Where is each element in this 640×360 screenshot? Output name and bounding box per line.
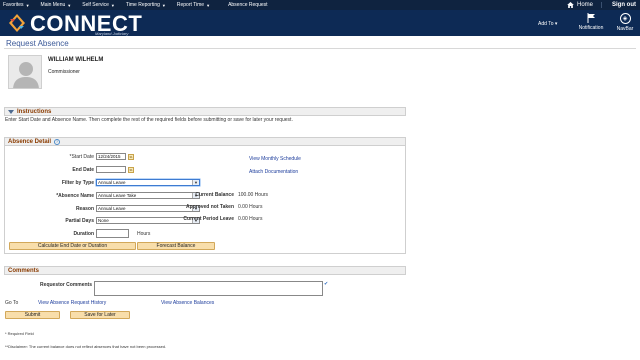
menu-label: Report Time — [176, 2, 205, 8]
home-icon — [567, 2, 574, 8]
forecast-balance-button[interactable]: Forecast Balance — [137, 242, 215, 250]
calendar-icon[interactable]: 31 — [128, 167, 134, 173]
filter-type-value: Annual Leave — [98, 180, 126, 185]
caret-down-icon: ▼ — [67, 2, 72, 8]
banner: CONNECT Maryland Judiciary Add To ▾ Noti… — [0, 10, 640, 36]
chevron-down-icon: ▼ — [192, 180, 199, 185]
person-icon — [13, 62, 39, 88]
absence-name-label: *Absence Name — [56, 193, 94, 199]
notification-button[interactable]: Notification — [575, 13, 607, 31]
menu-label: Favorites — [3, 2, 24, 8]
comments-title: Comments — [8, 267, 40, 274]
requestor-comments-label: Requestor Comments — [40, 282, 92, 288]
page-title: Request Absence — [6, 39, 69, 48]
logo-icon — [9, 14, 25, 32]
compass-icon: ◈ — [619, 13, 631, 24]
duration-label: Duration — [73, 231, 94, 237]
approved-not-taken-label: Approved not Taken — [186, 204, 234, 210]
current-period-leave-value: 0.00 Hours — [238, 216, 263, 222]
absence-detail-title: Absence Detail — [8, 138, 52, 145]
instructions-header[interactable]: Instructions — [4, 107, 406, 116]
collapse-triangle-icon — [8, 109, 14, 114]
start-date-label: *Start Date — [69, 154, 94, 160]
go-to-label: Go To — [5, 300, 19, 306]
menu-self-service[interactable]: Self Service ▼ — [79, 2, 123, 8]
disclaimer-note: **Disclaimer: The current balance does n… — [5, 344, 167, 349]
breadcrumb-current[interactable]: Absence Request — [218, 2, 275, 8]
required-field-note: * Required Field — [5, 331, 34, 336]
home-label: Home — [576, 2, 593, 8]
instructions-title: Instructions — [17, 108, 52, 115]
employee-name: WILLIAM WILHELM — [48, 57, 104, 63]
add-to-menu[interactable]: Add To ▾ — [538, 21, 557, 27]
home-link[interactable]: Home — [567, 2, 602, 8]
menu-main[interactable]: Main Menu ▼ — [38, 2, 80, 8]
view-absence-history-link[interactable]: View Absence Request History — [38, 300, 106, 306]
caret-down-icon: ▼ — [161, 2, 166, 8]
flag-icon — [575, 13, 607, 25]
save-for-later-button[interactable]: Save for Later — [70, 311, 130, 319]
current-balance-label: Current Balance — [195, 192, 234, 198]
partial-days-value: None — [98, 218, 109, 223]
caret-down-icon: ▼ — [110, 2, 115, 8]
divider — [4, 48, 636, 49]
duration-input[interactable] — [96, 229, 129, 238]
top-nav-right: Home Sign out — [567, 0, 636, 10]
hours-unit: Hours — [137, 231, 151, 237]
avatar — [8, 55, 42, 89]
instructions-text: Enter Start Date and Absence Name. Then … — [5, 117, 293, 123]
navbar-button[interactable]: ◈ NavBar — [610, 13, 640, 32]
breadcrumb-label: Absence Request — [228, 2, 268, 8]
filter-type-select[interactable]: Annual Leave ▼ — [96, 179, 200, 186]
start-date-input[interactable]: 12/24/2015 — [96, 153, 126, 160]
menu-time-reporting[interactable]: Time Reporting ▼ — [123, 2, 174, 8]
menu-favorites[interactable]: Favorites ▼ — [0, 2, 38, 8]
view-absence-balances-link[interactable]: View Absence Balances — [161, 300, 214, 306]
navbar-label: NavBar — [616, 26, 634, 32]
absence-detail-header: Absence Detail ? — [4, 137, 406, 146]
menu-label: Self Service — [82, 2, 109, 8]
current-period-leave-label: Current Period Leave — [183, 216, 234, 222]
calculate-button[interactable]: Calculate End Date or Duration — [9, 242, 136, 250]
menu-report-time[interactable]: Report Time ▼ — [174, 2, 218, 8]
caret-down-icon: ▾ — [554, 21, 558, 27]
end-date-label: End Date — [72, 167, 94, 173]
attach-documentation-link[interactable]: Attach Documentation — [249, 169, 298, 175]
logo-subtitle: Maryland Judiciary — [95, 31, 129, 36]
employee-title: Commissioner — [48, 69, 80, 75]
absence-name-value: Annual Leave Take — [98, 193, 137, 198]
view-monthly-schedule-link[interactable]: View Monthly Schedule — [249, 156, 301, 162]
current-balance-value: 100.00 Hours — [238, 192, 269, 198]
filter-type-label: Filter by Type — [61, 180, 94, 186]
top-nav: Favorites ▼ Main Menu ▼ Self Service ▼ Time… — [0, 0, 640, 10]
requestor-comments-textarea[interactable] — [94, 281, 323, 296]
submit-button[interactable]: Submit — [5, 311, 60, 319]
menu-label: Main Menu — [40, 2, 66, 8]
partial-days-label: Partial Days — [65, 218, 94, 224]
comments-header: Comments — [4, 266, 406, 275]
sign-out-link[interactable]: Sign out — [606, 2, 636, 8]
reason-label: Reason — [75, 206, 94, 212]
approved-not-taken-value: 0.00 Hours — [238, 204, 263, 210]
menu-label: Time Reporting — [125, 2, 160, 8]
calendar-icon[interactable]: 31 — [128, 154, 134, 160]
notification-label: Notification — [578, 25, 604, 31]
add-to-label: Add To — [538, 21, 554, 27]
reason-value: Annual Leave — [98, 206, 126, 211]
end-date-input[interactable] — [96, 166, 126, 173]
help-icon[interactable]: ? — [54, 138, 61, 145]
caret-down-icon: ▼ — [25, 2, 30, 8]
caret-down-icon: ▼ — [206, 2, 211, 8]
spellcheck-icon[interactable]: ✔ — [324, 281, 330, 287]
